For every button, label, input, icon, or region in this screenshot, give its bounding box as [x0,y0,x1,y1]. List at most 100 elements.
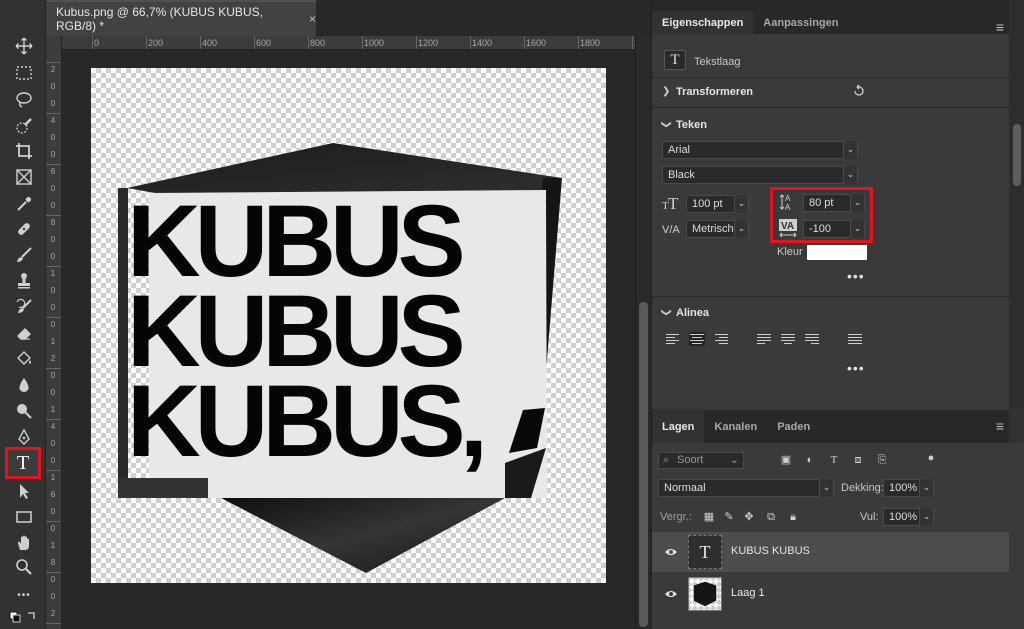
align-right-icon[interactable] [713,332,729,346]
blend-mode-select[interactable]: Normaal ⌄ [658,479,834,497]
ruler-tick-label: 800 [310,38,326,48]
frame-tool-icon[interactable] [11,166,37,188]
tab-eigenschappen[interactable]: Eigenschappen [652,11,754,34]
ruler-tick-mark [46,113,61,114]
ruler-tick-mark [46,266,61,267]
lock-all-icon[interactable]: 🔒︎ [786,510,800,524]
ruler-tick-label: 1 [50,473,56,482]
lasso-tool-icon[interactable] [11,89,37,111]
ruler-tick-label: 400 [202,38,218,48]
path-select-tool-icon[interactable] [11,480,37,502]
justify-last-center-icon[interactable] [780,332,796,346]
properties-menu-icon[interactable]: ≡ [996,19,1004,35]
canvas-area[interactable]: KUBUS KUBUS KUBUS, [62,50,635,629]
more-options-icon[interactable]: ••• [847,360,865,376]
font-style-select[interactable]: Black ⌄ [662,166,858,184]
justify-last-left-icon[interactable] [756,332,772,346]
eye-icon[interactable] [664,545,678,559]
filter-pixel-icon[interactable]: ▣ [779,453,793,467]
layers-tabs: Lagen Kanalen Paden [652,411,1009,443]
filter-type-icon[interactable]: T [827,453,841,467]
opacity-input[interactable]: 100% ⌄ [883,479,934,497]
crop-tool-icon[interactable] [11,140,37,162]
move-tool-icon[interactable] [11,35,37,57]
lock-label: Vergr.: [660,511,692,523]
character-section-title[interactable]: Teken [676,119,707,131]
properties-scrollbar[interactable] [1009,0,1024,409]
layers-menu-icon[interactable]: ≡ [996,418,1004,434]
ruler-tick-label: 4 [50,422,56,431]
dodge-tool-icon[interactable] [11,400,37,422]
more-options-icon[interactable]: ••• [847,268,865,284]
clone-stamp-tool-icon[interactable] [11,270,37,292]
ruler-tick-label: 2 [50,65,56,74]
layer-filter-select[interactable]: ⌕ Soort ⌄ [658,452,744,469]
blur-tool-icon[interactable] [11,374,37,396]
pen-tool-icon[interactable] [11,426,37,448]
ruler-tick-label: 1000 [364,38,385,48]
chevron-down-icon[interactable]: ❯ [661,120,672,128]
kerning-select[interactable]: Metrisch ⌄ [686,220,749,238]
chevron-right-icon[interactable]: ❯ [662,86,670,97]
filter-adjustment-icon[interactable]: ◐ [803,453,817,467]
brush-tool-icon[interactable] [11,244,37,266]
layer-row-kubus-kubus[interactable]: T KUBUS KUBUS [652,532,1009,572]
ruler-tick-label: 1800 [580,38,601,48]
ruler-tick-label: 0 [50,303,56,312]
leading-select[interactable]: 80 pt ⌄ [803,194,865,212]
filter-toggle-icon[interactable]: ● [924,451,938,465]
chevron-down-icon: ⌄ [850,194,864,212]
tab-aanpassingen[interactable]: Aanpassingen [753,11,848,34]
justify-all-icon[interactable] [847,332,863,346]
lock-position-icon[interactable]: ✥ [742,510,756,524]
hand-tool-icon[interactable] [11,532,37,554]
chevron-down-icon: ⌄ [734,220,748,238]
document-tab[interactable]: Kubus.png @ 66,7% (KUBUS KUBUS, RGB/8) *… [46,0,316,36]
color-swatches-icon[interactable] [8,606,40,628]
font-size-select[interactable]: 100 pt ⌄ [686,195,749,213]
fill-input[interactable]: 100% ⌄ [883,508,934,526]
quick-select-tool-icon[interactable] [11,116,37,138]
ruler-tick-mark [416,36,417,49]
filter-smart-object-icon[interactable]: ⎘ [875,453,889,467]
eyedropper-tool-icon[interactable] [11,193,37,215]
reset-transform-icon[interactable] [852,84,866,98]
align-left-icon[interactable] [665,332,681,346]
eye-icon[interactable] [664,587,678,601]
canvas-scrollbar[interactable] [635,36,651,629]
pixel-layer-thumbnail [688,577,722,611]
type-tool-icon[interactable]: T [5,447,41,479]
paragraph-section-title[interactable]: Alinea [676,307,709,319]
eraser-tool-icon[interactable] [11,322,37,344]
chevron-down-icon[interactable]: ❯ [661,308,672,316]
justify-last-right-icon[interactable] [804,332,820,346]
align-center-icon[interactable] [689,332,705,346]
font-family-select[interactable]: Arial ⌄ [662,141,858,159]
scrollbar-thumb[interactable] [1013,124,1021,186]
tab-kanalen[interactable]: Kanalen [704,411,767,443]
history-brush-tool-icon[interactable] [11,296,37,318]
ruler-tick-label: 200 [148,38,164,48]
tab-paden[interactable]: Paden [767,411,820,443]
document-canvas[interactable]: KUBUS KUBUS KUBUS, [91,68,606,583]
lock-artboard-icon[interactable]: ⧉ [764,510,778,524]
lock-transparent-icon[interactable]: ▦ [702,510,716,524]
more-tools-icon[interactable]: ••• [11,584,37,606]
tracking-icon: VA [778,218,800,238]
close-tab-icon[interactable]: × [309,12,316,26]
filter-shape-icon[interactable]: ⧈ [851,453,865,467]
tab-lagen[interactable]: Lagen [652,411,705,443]
tracking-select[interactable]: -100 ⌄ [803,220,865,238]
lock-pixels-icon[interactable]: ✎ [722,510,736,524]
zoom-tool-icon[interactable] [11,556,37,578]
layer-row-laag-1[interactable]: Laag 1 [652,574,1009,614]
healing-brush-tool-icon[interactable] [11,218,37,240]
right-panels: Eigenschappen Aanpassingen ≡ T Tekstlaag… [651,0,1024,629]
marquee-tool-icon[interactable] [11,62,37,84]
rectangle-tool-icon[interactable] [11,506,37,528]
transform-section-title[interactable]: Transformeren [676,86,753,98]
paint-bucket-tool-icon[interactable] [11,348,37,370]
text-color-swatch[interactable] [807,245,867,260]
text-layer-thumbnail: T [688,535,722,569]
scrollbar-thumb[interactable] [639,302,648,627]
